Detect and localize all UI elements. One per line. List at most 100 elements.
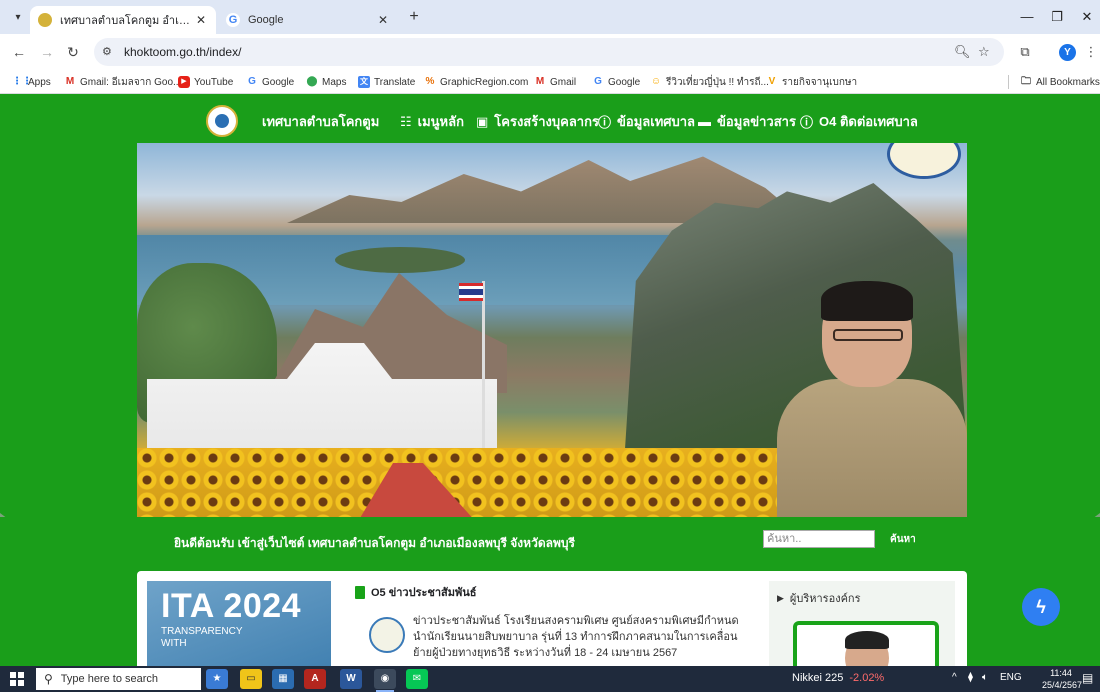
site-favicon-icon [38,13,52,27]
bookmark-gmail-inbox[interactable]: M Gmail: อีเมลจาก Goo... [64,74,182,90]
site-name[interactable]: เทศบาลตำบลโคกตูม [262,111,379,132]
folder-icon: 🗀 [1021,76,1031,87]
notifications-icon[interactable]: ▤ [1082,671,1093,685]
tab-title: เทศบาลตำบลโคกตูม อำเภอเมืองลพบุรี [60,15,194,27]
gmail-icon: M [65,76,75,87]
network-icon[interactable]: ⧫ [968,672,973,683]
site-settings-icon[interactable]: ⚙ [102,45,112,58]
reload-icon[interactable]: ↻ [64,43,82,61]
bookmark-japan-review[interactable]: ☺ รีวิวเที่ยวญี่ปุ่น !! ทำรถี... [650,74,769,90]
gmail-icon: M [535,76,545,87]
maps-icon: ⬤ [306,76,318,87]
bookmark-graphicregion[interactable]: % GraphicRegion.com [424,74,529,90]
news-item[interactable]: ข่าวประชาสัมพันธ์ โรงเรียนสงครามพิเศษ ศู… [413,613,743,661]
file-explorer-icon[interactable]: ▭ [240,669,262,689]
nav-personnel-structure[interactable]: ▣ โครงสร้างบุคลากร [476,111,599,132]
language-indicator[interactable]: ENG [1000,672,1022,683]
bookmark-google-2[interactable]: G Google [592,74,640,90]
address-bar[interactable]: ⚙ khoktoom.go.th/index/ 🔍︎ ☆ [94,38,1004,66]
welcome-message: ยินดีต้อนรับ เข้าสู่เว็บไซต์ เทศบาลตำบลโ… [174,536,575,550]
bookmark-apps[interactable]: ⋮⋮ Apps [12,74,51,90]
bookmark-google[interactable]: G Google [246,74,294,90]
minimize-icon[interactable]: — [1012,6,1042,28]
info-circle-icon: ⓘ [800,115,814,130]
close-tab-icon[interactable]: ✕ [194,13,208,27]
tray-chevron-icon[interactable]: ^ [952,672,957,683]
acrobat-icon[interactable]: A [304,669,326,689]
taskbar-search[interactable]: ⚲ Type here to search [36,668,201,690]
site-navbar: เทศบาลตำบลโคกตูม ☷ เมนูหลัก ▣ โครงสร้างบุค… [0,95,1100,143]
municipality-logo[interactable] [206,105,238,137]
executive-photo[interactable] [793,621,939,666]
browser-tab-strip: ▾ เทศบาลตำบลโคกตูม อำเภอเมืองลพบุรี ✕ G … [0,0,1100,34]
calendar-icon: ▣ [476,113,489,129]
store-icon[interactable]: ▦ [272,669,294,689]
all-bookmarks[interactable]: 🗀 All Bookmarks [1020,74,1100,90]
apps-icon: ⋮⋮ [12,76,32,87]
line-icon[interactable]: ✉ [406,669,428,689]
google-favicon-icon: G [226,13,240,27]
stock-widget[interactable]: Nikkei 225 -2.02% [792,672,884,684]
ita-line-1: TRANSPARENCY [161,626,243,637]
thai-flag-icon [459,283,483,301]
windows-start-icon[interactable] [10,672,24,686]
time: 11:44 [1050,668,1072,678]
executives-box: ▶ ผู้บริหารองค์กร [769,581,955,666]
translate-icon: 文 [358,76,370,88]
tab-search-dropdown-icon[interactable]: ▾ [8,8,28,26]
hero-banner-image [137,143,967,517]
bookmark-gmail[interactable]: M Gmail [534,74,576,90]
bookmark-gazette[interactable]: V รายกิจจานุเบกษา [766,74,857,90]
nav-contact[interactable]: ⓘ O4 ติดต่อเทศบาล [800,111,918,132]
document-icon [355,585,365,599]
stock-name: Nikkei 225 [792,672,844,684]
bookmark-youtube[interactable]: ▶ YouTube [178,74,233,90]
ita-banner[interactable]: ITA 2024 TRANSPARENCY WITH [147,581,331,666]
url-text[interactable]: khoktoom.go.th/index/ [124,45,241,59]
forward-icon[interactable]: → [38,43,56,61]
content-panel: ITA 2024 TRANSPARENCY WITH O5 ข่าวประชาส… [137,571,967,666]
new-tab-button[interactable]: + [404,8,424,26]
ita-line-2: WITH [161,638,187,649]
site-search-input[interactable] [763,530,875,548]
nav-main-menu[interactable]: ☷ เมนูหลัก [400,111,464,132]
clock[interactable]: 11:44 25/4/2567 [1042,667,1083,691]
windows-taskbar: ⚲ Type here to search ★ ▭ ▦ A W ◉ ✉ Nikk… [0,666,1100,692]
messenger-chat-icon[interactable]: ϟ [1022,588,1060,626]
browser-toolbar: ← → ↻ ⚙ khoktoom.go.th/index/ 🔍︎ ☆ ⧉ Y ⋮ [0,34,1100,70]
bookmark-translate[interactable]: 文 Translate [358,74,415,90]
bookmark-star-icon[interactable]: ☆ [978,44,990,60]
restore-icon[interactable]: ❐ [1042,6,1072,28]
nav-news-info[interactable]: ▬ ข้อมูลข่าวสาร [698,111,796,132]
date: 25/4/2567 [1042,680,1083,690]
profile-avatar[interactable]: Y [1059,44,1076,61]
web-page: เทศบาลตำบลโคกตูม ☷ เมนูหลัก ▣ โครงสร้างบุค… [0,95,1100,666]
tab-google[interactable]: G Google ✕ [218,6,398,34]
cortana-game-icon[interactable]: ★ [206,669,228,689]
extensions-icon[interactable]: ⧉ [1016,43,1034,61]
news-seal-icon [369,617,405,653]
ita-title: ITA 2024 [161,587,302,625]
grid-icon: ☷ [400,113,412,129]
close-tab-icon[interactable]: ✕ [376,13,390,27]
site-search-button[interactable]: ค้นหา [890,532,916,547]
search-icon: ⚲ [44,672,53,686]
menu-kebab-icon[interactable]: ⋮ [1082,43,1100,61]
info-icon: ⓘ [598,115,612,130]
back-icon[interactable]: ← [10,43,28,61]
zoom-icon[interactable]: 🔍︎ [954,44,971,60]
island [335,247,465,273]
word-icon[interactable]: W [340,669,362,689]
stock-change: -2.02% [849,672,885,684]
chrome-icon[interactable]: ◉ [374,669,396,692]
chat-icon: ▬ [698,114,711,129]
youtube-icon: ▶ [178,76,190,88]
tab-khoktoom[interactable]: เทศบาลตำบลโคกตูม อำเภอเมืองลพบุรี ✕ [30,6,216,34]
volume-icon[interactable]: 🔈︎ [982,672,988,683]
v-icon: V [768,76,776,87]
mayor-portrait [777,281,967,517]
google-icon: G [248,76,256,87]
close-window-icon[interactable]: ✕ [1072,6,1100,28]
nav-municipal-info[interactable]: ⓘ ข้อมูลเทศบาล [598,111,695,132]
bookmark-maps[interactable]: ⬤ Maps [306,74,346,90]
